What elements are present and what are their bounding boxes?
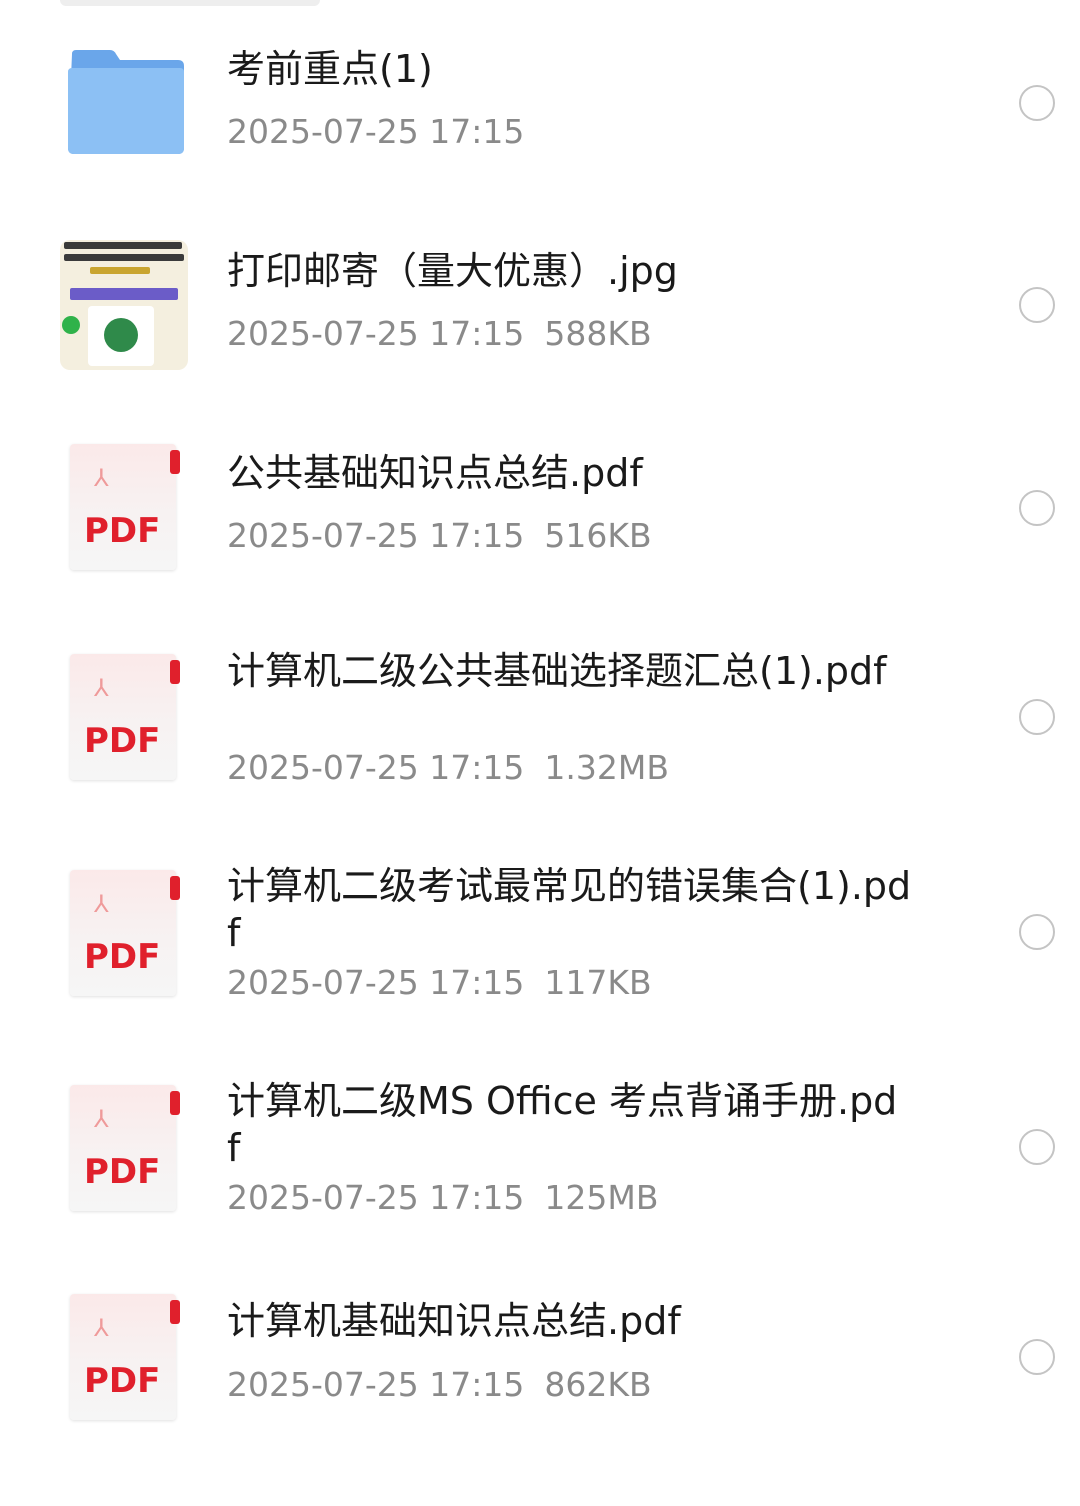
file-name: 计算机二级公共基础选择题汇总(1).pdf: [227, 649, 887, 693]
pdf-label: PDF: [84, 1152, 161, 1192]
acrobat-icon: ⅄: [94, 1314, 109, 1342]
select-radio[interactable]: [1019, 914, 1055, 950]
file-meta: 2025-07-25 17:15 125MB: [227, 1178, 658, 1218]
file-meta: 2025-07-25 17:15 588KB: [227, 314, 652, 354]
file-size: 1.32MB: [544, 748, 669, 787]
file-size: 588KB: [544, 314, 652, 353]
folder-icon-graphic: [68, 50, 184, 154]
file-size: 117KB: [544, 963, 652, 1002]
file-date: 2025-07-25 17:15: [227, 963, 525, 1002]
file-meta: 2025-07-25 17:15: [227, 112, 524, 152]
list-item-folder[interactable]: 考前重点(1) 2025-07-25 17:15: [0, 0, 1080, 200]
image-thumbnail-graphic: [60, 240, 188, 370]
file-size: 125MB: [544, 1178, 659, 1217]
file-date: 2025-07-25 17:15: [227, 1365, 525, 1404]
file-meta: 2025-07-25 17:15 117KB: [227, 963, 652, 1003]
pdf-icon: ⅄ PDF: [60, 442, 188, 572]
pdf-icon: ⅄ PDF: [60, 868, 188, 998]
file-name: 计算机基础知识点总结.pdf: [227, 1299, 681, 1343]
list-item-pdf[interactable]: ⅄ PDF 计算机二级MS Office 考点背诵手册.pdf 2025-07-…: [0, 1041, 1080, 1261]
file-date: 2025-07-25 17:15: [227, 314, 525, 353]
image-thumbnail: [60, 240, 188, 370]
select-radio[interactable]: [1019, 490, 1055, 526]
select-radio[interactable]: [1019, 699, 1055, 735]
pdf-icon: ⅄ PDF: [60, 1083, 188, 1213]
pdf-label: PDF: [84, 511, 161, 551]
file-name: 考前重点(1): [227, 47, 433, 91]
acrobat-icon: ⅄: [94, 890, 109, 918]
select-radio[interactable]: [1019, 287, 1055, 323]
file-meta: 2025-07-25 17:15 516KB: [227, 516, 652, 556]
file-list: 考前重点(1) 2025-07-25 17:15 打印邮寄（量大优惠）.jpg …: [0, 0, 1080, 1506]
file-size: 516KB: [544, 516, 652, 555]
pdf-icon: ⅄ PDF: [60, 1292, 188, 1422]
check-icon: [62, 316, 80, 334]
acrobat-icon: ⅄: [94, 674, 109, 702]
folder-icon: [60, 48, 188, 178]
list-item-pdf[interactable]: ⅄ PDF 计算机二级考试最常见的错误集合(1).pdf 2025-07-25 …: [0, 826, 1080, 1046]
acrobat-icon: ⅄: [94, 1105, 109, 1133]
file-date: 2025-07-25 17:15: [227, 112, 525, 151]
file-name: 计算机二级考试最常见的错误集合(1).pdf: [227, 864, 912, 955]
file-name: 公共基础知识点总结.pdf: [227, 451, 643, 495]
list-item-image[interactable]: 打印邮寄（量大优惠）.jpg 2025-07-25 17:15 588KB: [0, 200, 1080, 400]
file-date: 2025-07-25 17:15: [227, 516, 525, 555]
pdf-label: PDF: [84, 1361, 161, 1401]
file-name: 计算机二级MS Office 考点背诵手册.pdf: [227, 1079, 898, 1170]
qr-code-icon: [88, 306, 154, 366]
file-meta: 2025-07-25 17:15 862KB: [227, 1365, 652, 1405]
pdf-label: PDF: [84, 937, 161, 977]
pdf-icon: ⅄ PDF: [60, 652, 188, 782]
list-item-pdf[interactable]: ⅄ PDF 计算机基础知识点总结.pdf 2025-07-25 17:15 862…: [0, 1250, 1080, 1450]
acrobat-icon: ⅄: [94, 464, 109, 492]
select-radio[interactable]: [1019, 1339, 1055, 1375]
file-date: 2025-07-25 17:15: [227, 748, 525, 787]
select-radio[interactable]: [1019, 85, 1055, 121]
file-date: 2025-07-25 17:15: [227, 1178, 525, 1217]
file-size: 862KB: [544, 1365, 652, 1404]
list-item-pdf[interactable]: ⅄ PDF 计算机二级公共基础选择题汇总(1).pdf 2025-07-25 1…: [0, 610, 1080, 830]
pdf-label: PDF: [84, 721, 161, 761]
file-name: 打印邮寄（量大优惠）.jpg: [227, 249, 678, 293]
list-item-pdf[interactable]: ⅄ PDF 公共基础知识点总结.pdf 2025-07-25 17:15 516K…: [0, 400, 1080, 600]
file-meta: 2025-07-25 17:15 1.32MB: [227, 748, 669, 788]
select-radio[interactable]: [1019, 1129, 1055, 1165]
